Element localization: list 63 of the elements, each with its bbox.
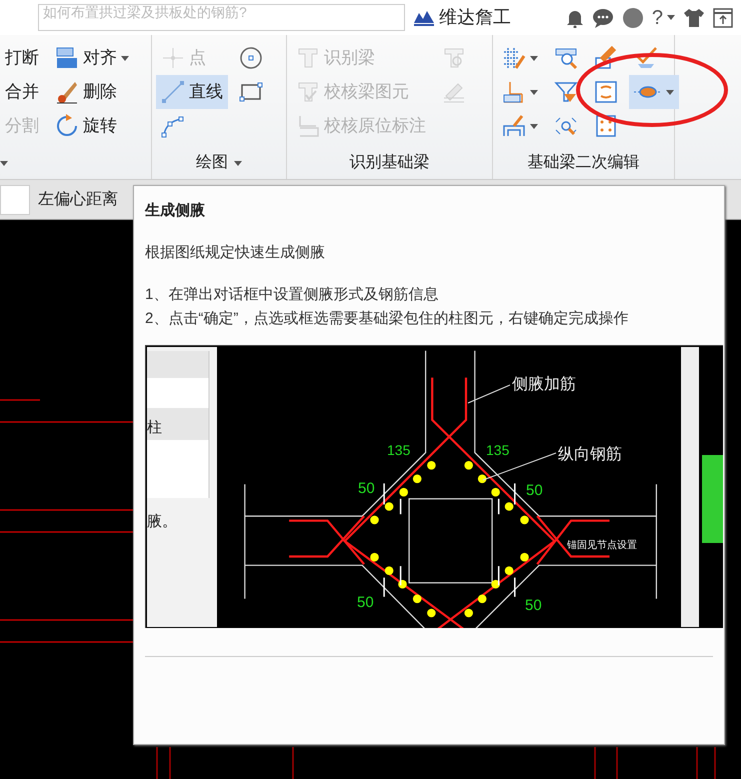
caret-icon bbox=[667, 15, 675, 20]
rectangle-icon bbox=[239, 80, 263, 104]
caret-icon bbox=[530, 56, 538, 60]
circle-icon bbox=[239, 46, 263, 70]
shirt-icon bbox=[683, 8, 705, 28]
angle-label: 135 bbox=[486, 442, 510, 458]
point-icon bbox=[161, 46, 185, 70]
window-icon bbox=[713, 8, 733, 28]
avatar-icon bbox=[622, 6, 644, 28]
line-icon bbox=[161, 80, 185, 104]
check-icon bbox=[634, 46, 658, 70]
caret-icon bbox=[530, 124, 538, 128]
ribbon-button[interactable]: 直线 bbox=[156, 75, 228, 109]
anchor-note: 锚固见节点设置 bbox=[567, 540, 637, 550]
brush-icon bbox=[594, 46, 618, 70]
search-text: 如何布置拱过梁及拱板处的钢筋? bbox=[43, 5, 247, 19]
angle-label: 135 bbox=[387, 442, 410, 458]
caret-icon bbox=[530, 90, 538, 94]
dialog-row-text: 柱 bbox=[147, 418, 162, 436]
brush-icon bbox=[502, 114, 526, 138]
input-field[interactable] bbox=[0, 184, 30, 214]
beam-zoom-icon bbox=[554, 46, 578, 70]
caret-icon bbox=[666, 90, 674, 94]
ribbon-button[interactable]: 合并 bbox=[0, 75, 44, 109]
dialog-text: 腋。 bbox=[147, 512, 177, 530]
tooltip-step: 2、点击“确定”，点选或框选需要基础梁包住的柱图元，右键确定完成操作 bbox=[145, 306, 713, 330]
beam-icon bbox=[296, 46, 320, 70]
diagram-label: 纵向钢筋 bbox=[558, 446, 622, 462]
table-row bbox=[147, 440, 209, 498]
align-icon bbox=[55, 46, 79, 70]
beam-check-icon bbox=[296, 80, 320, 104]
beam-search-icon bbox=[442, 46, 466, 70]
tooltip-step: 1、在弹出对话框中设置侧腋形式及钢筋信息 bbox=[145, 282, 713, 306]
ribbon-button[interactable]: 打断 bbox=[0, 41, 44, 75]
rotate-icon bbox=[55, 114, 79, 138]
group-label: 基础梁二次编辑 bbox=[528, 152, 640, 173]
caret-icon bbox=[121, 56, 129, 60]
group-label: 绘图 bbox=[196, 153, 228, 173]
tooltip-description: 根据图纸规定快速生成侧腋 bbox=[145, 242, 326, 262]
spacing-label: 50 bbox=[525, 596, 542, 614]
ribbon-button[interactable]: 删除 bbox=[50, 75, 134, 109]
spacing-label: 50 bbox=[357, 594, 374, 610]
ribbon-icon-button[interactable] bbox=[629, 75, 679, 109]
property-label: 左偏心距离 bbox=[37, 190, 118, 210]
table-row bbox=[147, 378, 209, 408]
spacing-label: 50 bbox=[358, 480, 375, 496]
funnel-icon bbox=[554, 80, 578, 104]
diagram-label: 侧腋加筋 bbox=[512, 376, 576, 392]
arc-icon bbox=[161, 114, 185, 138]
eraser-icon bbox=[55, 80, 79, 104]
leader-line bbox=[468, 384, 510, 403]
beam-edit-icon bbox=[502, 80, 526, 104]
tooltip-title: 生成侧腋 bbox=[145, 201, 206, 221]
brand-name: 维达詹工 bbox=[439, 6, 511, 29]
ribbon-button[interactable]: 对齐 bbox=[50, 41, 134, 75]
chat-icon bbox=[592, 8, 614, 28]
logo-icon bbox=[413, 8, 435, 26]
help-text[interactable]: ? bbox=[652, 2, 663, 32]
grid-icon bbox=[502, 46, 526, 70]
spacing-label: 50 bbox=[526, 482, 543, 498]
ribbon-button[interactable]: 旋转 bbox=[50, 109, 134, 143]
group-label: 识别基础梁 bbox=[350, 152, 430, 173]
haunch-icon bbox=[594, 80, 618, 104]
